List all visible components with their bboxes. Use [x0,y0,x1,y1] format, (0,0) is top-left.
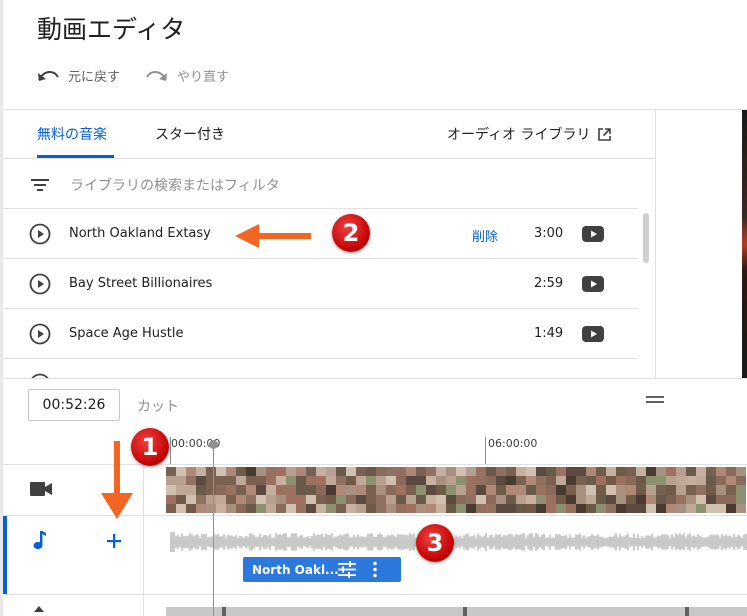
play-circle-icon[interactable] [29,223,51,245]
panel-border [655,110,656,378]
ruler-label-6h: 06:00:00 [488,437,538,450]
videocam-icon [30,482,52,496]
timecode-field[interactable]: 00:52:26 [28,389,120,421]
video-preview [656,110,747,378]
library-search-input[interactable]: ライブラリの検索またはフィルタ [70,175,280,195]
playhead-handle[interactable] [209,440,218,449]
panel-split-divider [3,378,747,379]
bottom-track-strip [166,607,747,616]
track-name: Space Age Hustle [69,326,184,341]
track-duration: 1:49 [534,326,564,341]
resize-handle[interactable] [646,396,664,406]
audio-waveform[interactable] [170,528,747,556]
audio-clip[interactable]: North Oakl... [243,557,401,582]
audio-library-label: オーディオ ライブラリ [447,127,591,143]
track-row[interactable]: Bay Street Billionaires 2:59 [3,259,638,309]
arrow-left-annotation [235,224,311,248]
playhead[interactable] [213,445,214,616]
open-in-new-icon [598,127,612,141]
arrow-down-annotation [101,441,133,519]
page-title: 動画エディタ [37,15,186,44]
audio-library-link[interactable]: オーディオ ライブラリ [447,124,612,144]
ruler-tick [170,437,171,464]
redo-label: やり直す [177,70,230,85]
history-controls: 元に戻す やり直す [37,66,255,85]
tabs-divider [3,158,655,159]
tab-starred[interactable]: スター付き [155,124,225,144]
annotation-badge-1: 1 [131,428,169,466]
youtube-icon[interactable] [582,326,604,342]
video-preview-frame [742,110,747,378]
header-divider [3,109,747,110]
track-row-partial[interactable] [3,359,638,379]
play-circle-icon[interactable] [29,323,51,345]
audio-track-selected-indicator [3,516,7,594]
bottom-track-marker [463,607,467,616]
youtube-icon[interactable] [582,276,604,292]
music-note-icon [33,531,46,550]
redo-icon [146,70,168,81]
video-track-thumbnails[interactable] [166,467,747,513]
track-row[interactable]: North Oakland Extasy 削除 3:00 [3,209,638,259]
track-duration: 3:00 [534,226,564,241]
track-duration: 2:59 [534,276,564,291]
undo-label: 元に戻す [68,70,121,85]
youtube-icon[interactable] [582,226,604,242]
text-track-icon [34,606,44,612]
ruler-tick [485,437,486,464]
audio-clip-label: North Oakl... [252,562,339,577]
bottom-track-marker [685,607,689,616]
tune-icon[interactable] [338,561,356,578]
annotation-badge-3: 3 [416,524,454,562]
undo-icon [38,70,59,81]
cut-button[interactable]: カット [137,396,179,416]
undo-button[interactable]: 元に戻す [37,66,120,85]
list-scrollbar[interactable] [643,213,649,263]
track-name: Bay Street Billionaires [69,276,213,291]
track-row[interactable]: Space Age Hustle 1:49 [3,309,638,359]
filter-icon[interactable] [31,178,49,192]
play-circle-icon[interactable] [29,273,51,295]
remove-track-button[interactable]: 削除 [472,226,498,245]
track-name: North Oakland Extasy [69,226,211,241]
track-divider [3,594,747,595]
more-vert-icon[interactable] [373,561,377,578]
annotation-badge-2: 2 [332,214,370,252]
bottom-track-marker [222,607,226,616]
tab-free-music[interactable]: 無料の音楽 [37,124,107,144]
redo-button[interactable]: やり直す [146,66,229,85]
plus-icon[interactable] [106,533,122,549]
